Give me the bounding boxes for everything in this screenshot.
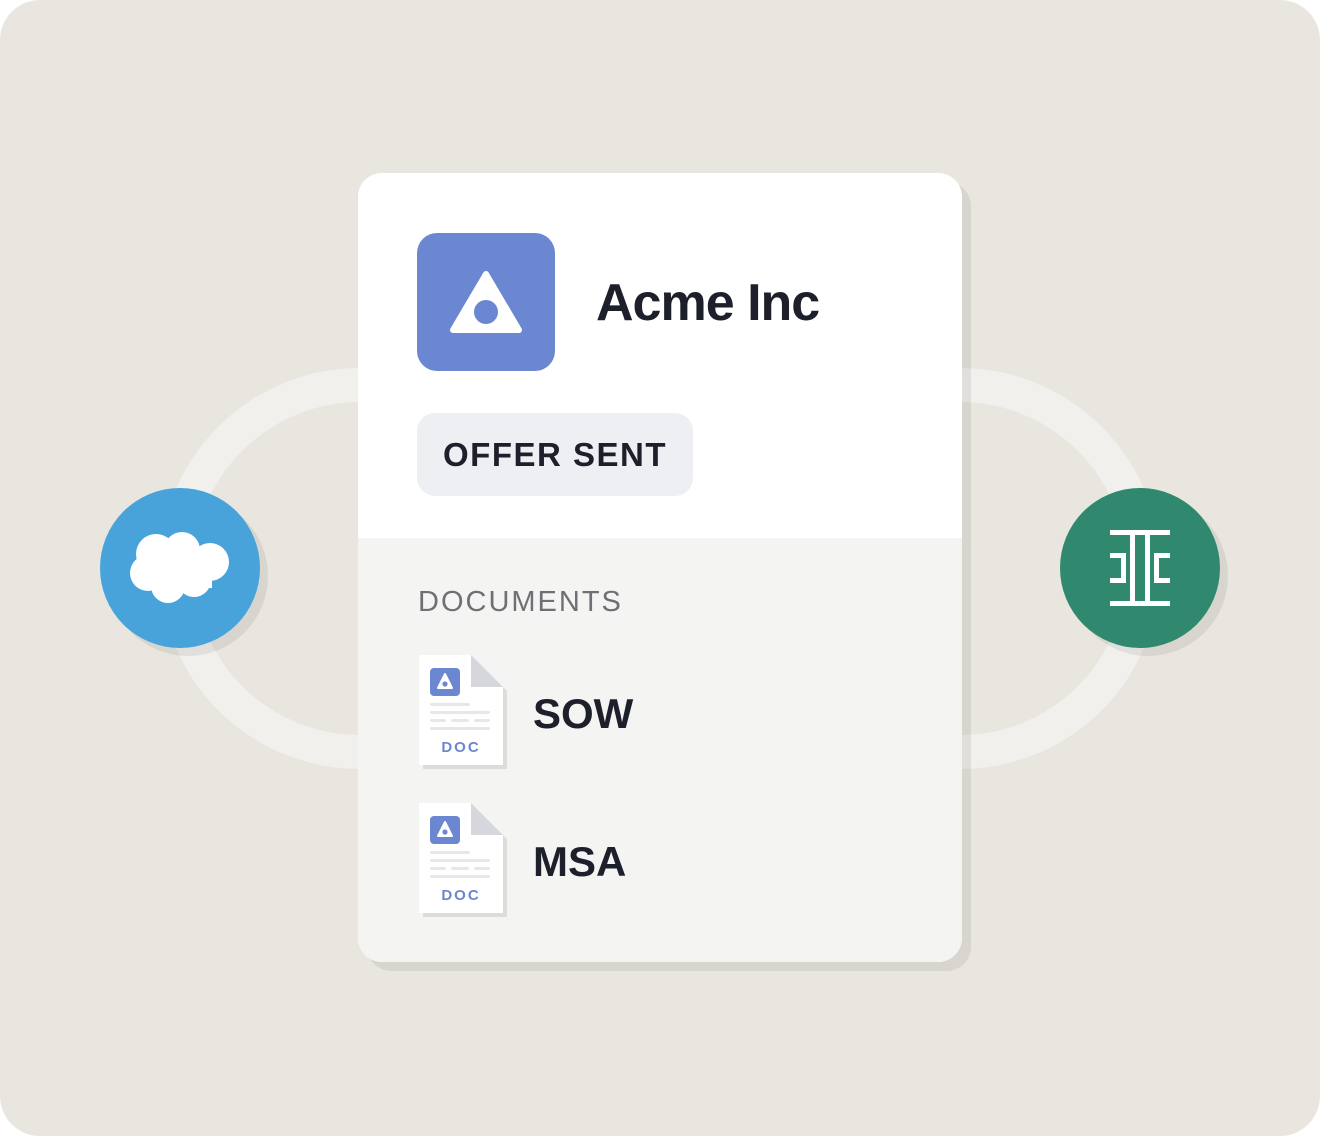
salesforce-cloud-icon bbox=[130, 532, 229, 603]
document-name: SOW bbox=[533, 690, 634, 737]
account-header: Acme Inc OFFER SENT bbox=[358, 173, 962, 538]
salesforce-integration-node[interactable] bbox=[100, 488, 260, 648]
document-item-msa[interactable]: DOC MSA bbox=[417, 803, 917, 923]
document-item-sow[interactable]: DOC SOW bbox=[417, 655, 917, 775]
documents-section-label: DOCUMENTS bbox=[418, 586, 623, 618]
documents-section: DOCUMENTS DOC SOW DOC MSA bbox=[358, 538, 962, 962]
document-file-icon: DOC bbox=[419, 803, 507, 917]
document-file-icon: DOC bbox=[419, 655, 507, 769]
i-beam-logo-icon bbox=[1110, 530, 1170, 606]
i-beam-app-integration-node[interactable] bbox=[1060, 488, 1220, 648]
doc-type-label: DOC bbox=[441, 739, 480, 756]
illustration-canvas: Acme Inc OFFER SENT DOCUMENTS DOC SOW DO… bbox=[0, 0, 1320, 1136]
company-logo bbox=[417, 233, 555, 371]
account-card[interactable]: Acme Inc OFFER SENT DOCUMENTS DOC SOW DO… bbox=[358, 173, 962, 962]
document-name: MSA bbox=[533, 838, 627, 885]
doc-type-label: DOC bbox=[441, 887, 480, 904]
status-badge: OFFER SENT bbox=[417, 413, 694, 496]
triangle-dot-logo-icon bbox=[450, 271, 522, 333]
company-name: Acme Inc bbox=[596, 274, 820, 332]
